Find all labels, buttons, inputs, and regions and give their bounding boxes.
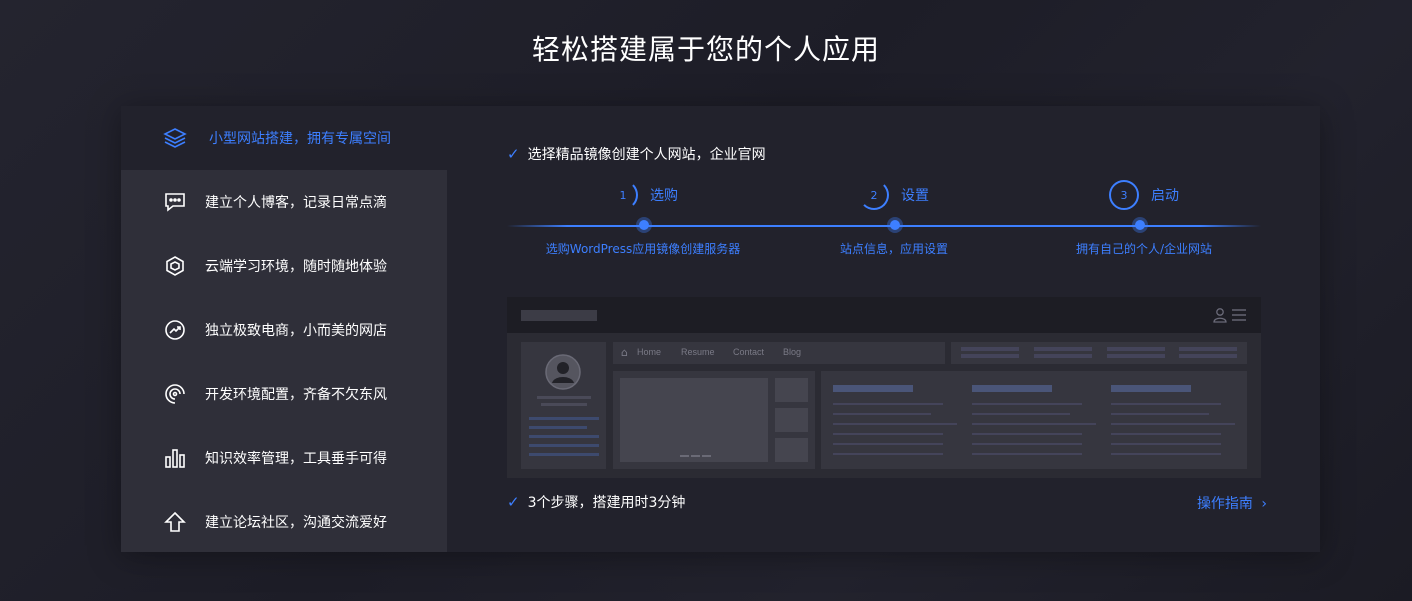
main-content: ✓ 选择精品镜像创建个人网站，企业官网 1 选购 选购WordPress应用镜像… <box>507 106 1267 552</box>
preview-nav-blog: Blog <box>783 347 802 357</box>
check-icon: ✓ <box>507 145 520 163</box>
preview-nav-home: Home <box>637 347 662 357</box>
step-number: 2 <box>859 180 889 210</box>
step-desc: 拥有自己的个人/企业网站 <box>1075 242 1213 256</box>
menu-icon <box>1232 309 1246 321</box>
preview-nav: ⌂ Home Resume Contact Blog <box>613 342 945 364</box>
preview-nav-resume: Resume <box>681 347 715 357</box>
chat-icon <box>163 190 187 214</box>
sidebar-item-label: 建立论坛社区，沟通交流爱好 <box>205 515 387 531</box>
footer-note: ✓ 3个步骤，搭建用时3分钟 <box>507 492 685 512</box>
step-dot <box>1135 220 1145 230</box>
sidebar-item-small-website[interactable]: 小型网站搭建，拥有专属空间 <box>121 106 447 170</box>
cube-icon <box>163 254 187 278</box>
step-number: 1 <box>608 180 638 210</box>
sidebar: 小型网站搭建，拥有专属空间 建立个人博客，记录日常点滴 云端学习环境，随时随地体… <box>121 106 447 552</box>
step-1: 1 选购 选购WordPress应用镜像创建服务器 <box>523 180 763 256</box>
sidebar-item-blog[interactable]: 建立个人博客，记录日常点滴 <box>121 170 447 234</box>
headline: ✓ 选择精品镜像创建个人网站，企业官网 <box>507 144 766 164</box>
page-title: 轻松搭建属于您的个人应用 <box>531 33 880 66</box>
check-icon: ✓ <box>507 493 520 511</box>
home-icon: ⌂ <box>621 346 628 359</box>
website-preview: ⌂ Home Resume Contact Blog <box>507 297 1261 478</box>
sidebar-item-ecommerce[interactable]: 独立极致电商，小而美的网店 <box>121 298 447 362</box>
sidebar-item-label: 小型网站搭建，拥有专属空间 <box>209 131 391 147</box>
footer-note-text: 3个步骤，搭建用时3分钟 <box>527 495 686 511</box>
trend-icon <box>163 318 187 342</box>
sidebar-item-forum[interactable]: 建立论坛社区，沟通交流爱好 <box>121 490 447 554</box>
user-icon <box>1213 308 1227 323</box>
step-label: 选购 <box>650 188 678 204</box>
sidebar-item-learning[interactable]: 云端学习环境，随时随地体验 <box>121 234 447 298</box>
headline-text: 选择精品镜像创建个人网站，企业官网 <box>527 147 766 163</box>
step-dot <box>890 220 900 230</box>
arrow-up-icon <box>163 510 187 534</box>
sidebar-item-label: 独立极致电商，小而美的网店 <box>205 323 387 339</box>
step-desc: 站点信息，应用设置 <box>839 242 948 256</box>
sidebar-item-label: 云端学习环境，随时随地体验 <box>205 259 387 275</box>
swirl-icon <box>163 382 187 406</box>
step-label: 设置 <box>901 188 929 204</box>
step-label: 启动 <box>1151 188 1179 204</box>
step-3: 3 启动 拥有自己的个人/企业网站 <box>1024 180 1264 256</box>
layers-icon <box>163 126 187 150</box>
step-2: 2 设置 站点信息，应用设置 <box>774 180 1014 256</box>
preview-topbar <box>507 297 1261 333</box>
sidebar-item-label: 开发环境配置，齐备不欠东风 <box>205 387 387 403</box>
sidebar-item-devenv[interactable]: 开发环境配置，齐备不欠东风 <box>121 362 447 426</box>
preview-profile-card <box>521 342 606 469</box>
sidebar-item-knowledge[interactable]: 知识效率管理，工具垂手可得 <box>121 426 447 490</box>
guide-link-label: 操作指南 <box>1196 496 1253 512</box>
guide-link[interactable]: 操作指南 › <box>1197 493 1267 513</box>
chevron-right-icon: › <box>1261 496 1267 512</box>
preview-tabs <box>951 342 1247 364</box>
preview-nav-contact: Contact <box>733 347 765 357</box>
preview-articles <box>821 371 1247 469</box>
avatar-icon <box>545 354 581 390</box>
step-number: 3 <box>1109 180 1139 210</box>
steps-timeline <box>507 225 1261 227</box>
bars-icon <box>163 446 187 470</box>
step-desc: 选购WordPress应用镜像创建服务器 <box>545 242 741 256</box>
feature-panel: 小型网站搭建，拥有专属空间 建立个人博客，记录日常点滴 云端学习环境，随时随地体… <box>121 106 1320 552</box>
step-dot <box>639 220 649 230</box>
sidebar-item-label: 知识效率管理，工具垂手可得 <box>205 451 387 467</box>
preview-gallery <box>613 371 815 469</box>
sidebar-item-label: 建立个人博客，记录日常点滴 <box>205 195 387 211</box>
